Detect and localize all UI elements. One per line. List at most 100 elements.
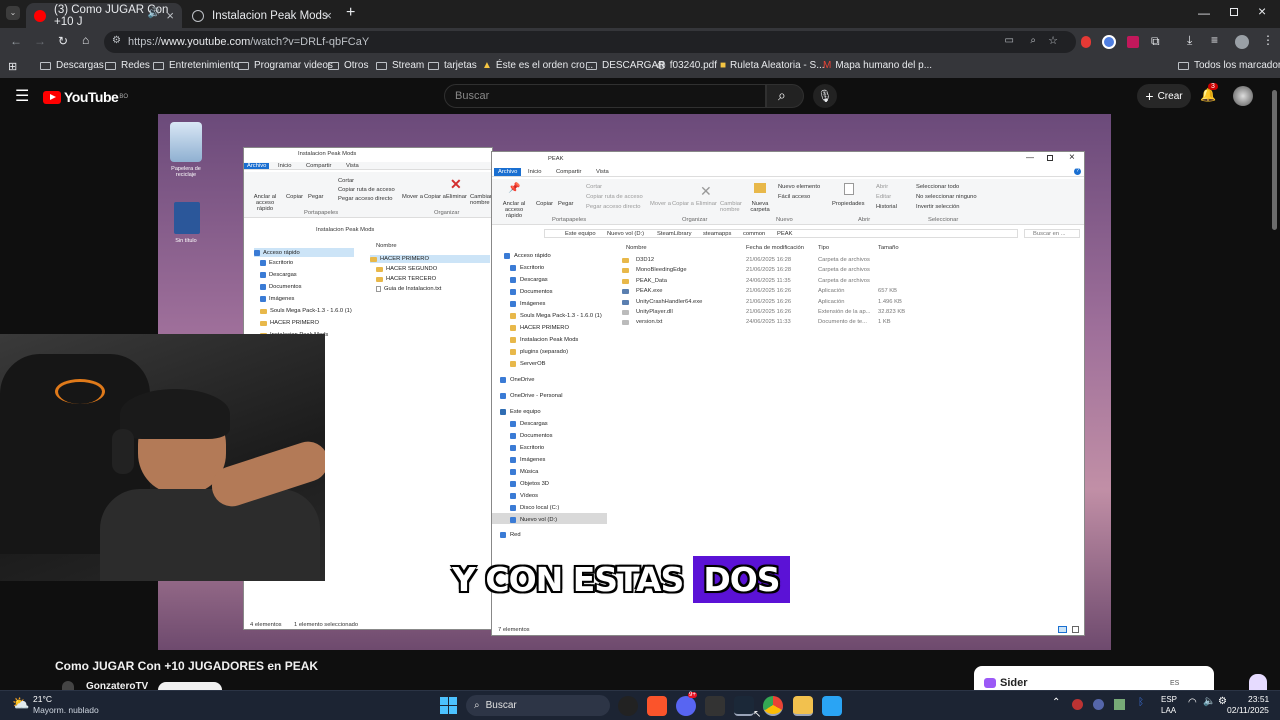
ribbon-rename-label[interactable]: Cambiar nombre <box>720 201 744 213</box>
nav-item[interactable]: Música <box>510 469 538 475</box>
ribbon-select-none-label[interactable]: No seleccionar ninguno <box>916 194 977 200</box>
nav-item[interactable]: Escritorio <box>510 265 544 271</box>
file-row[interactable]: version.txt 24/06/2025 11:33 Documento de … <box>622 319 922 328</box>
nav-item[interactable]: Descargas <box>510 421 548 427</box>
photos-icon[interactable] <box>822 696 842 716</box>
help-icon[interactable]: ? <box>1074 168 1081 175</box>
tray-nvidia-icon[interactable] <box>1114 699 1125 710</box>
file-row[interactable]: HACER TERCERO <box>376 276 436 282</box>
breadcrumb-item[interactable]: common <box>743 231 765 237</box>
ribbon-copy-path-label[interactable]: Copiar ruta de acceso <box>586 194 643 200</box>
create-button[interactable]: + Crear <box>1137 84 1191 108</box>
bookmark-folder[interactable]: Stream <box>376 60 424 71</box>
clock-time[interactable]: 23:51 <box>1248 694 1269 704</box>
ribbon-open-label[interactable]: Abrir <box>876 184 888 190</box>
bookmark-link[interactable]: ■ Ruleta Aleatoria - S... <box>720 60 825 71</box>
settings-icon[interactable]: ⚙ <box>1218 696 1227 707</box>
account-avatar[interactable] <box>1233 86 1253 106</box>
file-row[interactable]: MonoBleedingEdge 21/06/2025 16:28 Carpeta … <box>622 267 922 276</box>
nav-item[interactable]: Documentos <box>510 289 553 295</box>
zoom-icon[interactable]: ⌕ <box>1030 35 1036 46</box>
start-button[interactable] <box>440 697 457 714</box>
sider-floating-icon[interactable] <box>1249 674 1267 690</box>
pin-icon[interactable]: 📌 <box>508 183 520 194</box>
forward-icon[interactable]: → <box>34 34 46 48</box>
breadcrumb-item[interactable]: Este equipo <box>565 231 596 237</box>
bookmark-folder[interactable]: Programar videos <box>238 60 333 71</box>
search-button[interactable]: ⌕ <box>766 84 804 108</box>
ribbon-tab[interactable]: Archivo <box>494 168 522 176</box>
hamburger-menu-icon[interactable]: ☰ <box>15 86 29 106</box>
bookmark-folder[interactable]: Entretenimiento <box>153 60 239 71</box>
breadcrumb-item[interactable]: SteamLibrary <box>657 231 691 237</box>
bookmark-star-icon[interactable]: ☆ <box>1048 34 1058 47</box>
ribbon-delete-label[interactable]: Eliminar <box>696 201 717 207</box>
nav-item[interactable]: Souls Mega Pack-1.3 - 1.6.0 (1) <box>260 308 352 314</box>
breadcrumb-item[interactable]: Nuevo vol (D:) <box>607 231 644 237</box>
notifications-button[interactable]: 🔔 3 <box>1200 83 1218 103</box>
nav-item[interactable]: Acceso rápido <box>254 248 354 257</box>
file-explorer-icon[interactable] <box>793 696 813 716</box>
all-bookmarks[interactable]: Todos los marcadores <box>1178 60 1280 71</box>
chrome-icon[interactable] <box>763 696 783 716</box>
close-window-icon[interactable]: × <box>1258 3 1266 19</box>
bookmark-link[interactable]: ▲ Éste es el orden cro... <box>482 60 593 71</box>
extension-blue-icon[interactable] <box>1102 35 1116 49</box>
file-row[interactable]: PEAK.exe 21/06/2025 16:26 Aplicación 657 KB <box>622 288 922 297</box>
install-icon[interactable]: ▭ <box>1005 35 1014 46</box>
video-player[interactable]: Papelera de reciclaje Sin título Instala… <box>0 114 1280 650</box>
close-tab-icon[interactable]: × <box>324 8 332 23</box>
nav-item[interactable]: OneDrive <box>500 377 534 383</box>
breadcrumb-item[interactable]: steamapps <box>703 231 731 237</box>
ribbon-history-label[interactable]: Historial <box>876 204 897 210</box>
close-tab-icon[interactable]: × <box>166 8 174 23</box>
properties-icon[interactable] <box>844 183 854 195</box>
tab-youtube[interactable]: (3) Como JUGAR Con +10 J 🔊 × <box>26 3 182 28</box>
nav-item[interactable]: Escritorio <box>510 445 544 451</box>
ribbon-invert-selection-label[interactable]: Invertir selección <box>916 204 960 210</box>
channel-name[interactable]: GonzateroTV <box>86 681 148 690</box>
language-indicator[interactable]: ESP <box>1161 695 1177 704</box>
bookmark-link[interactable]: M Mapa humano del p... <box>823 60 932 71</box>
extensions-icon[interactable]: ⧉ <box>1151 34 1160 49</box>
nav-item[interactable]: Nuevo vol (D:) <box>510 517 557 523</box>
file-row[interactable]: UnityPlayer.dll 21/06/2025 16:26 Extensión… <box>622 309 922 318</box>
ribbon-move-label[interactable]: Mover a <box>650 201 671 207</box>
ribbon-tab[interactable]: Vista <box>596 169 609 175</box>
ribbon-easy-access-label[interactable]: Fácil acceso <box>778 194 810 200</box>
tiles-view-icon[interactable] <box>1072 626 1079 633</box>
nav-item[interactable]: Disco local (C:) <box>510 505 559 511</box>
restore-icon[interactable] <box>1230 8 1238 16</box>
reading-list-icon[interactable]: ≡ <box>1211 33 1218 47</box>
tray-app-icon[interactable] <box>1072 699 1083 710</box>
bookmark-folder[interactable]: tarjetas <box>428 60 477 71</box>
ribbon-copyto-label[interactable]: Copiar a <box>672 201 694 207</box>
bookmark-folder[interactable]: Redes <box>105 60 150 71</box>
weather-icon[interactable]: ⛅ <box>12 695 29 712</box>
search-input[interactable]: Buscar <box>444 84 766 108</box>
sider-panel[interactable]: Sider ES <box>974 666 1214 690</box>
home-icon[interactable]: ⌂ <box>82 33 89 47</box>
bookmark-folder[interactable]: Descargas <box>40 60 104 71</box>
nav-item[interactable]: Objetos 3D <box>510 481 549 487</box>
bookmark-folder[interactable]: Otros <box>328 60 368 71</box>
new-tab-button[interactable]: + <box>346 4 355 22</box>
tray-bluetooth-icon[interactable]: ᛒ <box>1138 697 1144 708</box>
volume-icon[interactable]: 🔈 <box>1203 696 1215 707</box>
reload-icon[interactable]: ↻ <box>58 34 68 48</box>
channel-avatar[interactable] <box>62 681 74 690</box>
epic-games-icon[interactable] <box>705 696 725 716</box>
ribbon-select-all-label[interactable]: Seleccionar todo <box>916 184 959 190</box>
apps-grid-icon[interactable]: ⊞ <box>8 60 17 73</box>
profile-avatar[interactable] <box>1235 35 1249 49</box>
column-header-size[interactable]: Tamaño <box>878 245 899 251</box>
ribbon-paste-label[interactable]: Pegar <box>558 201 573 207</box>
site-info-icon[interactable]: ⚙ <box>112 35 121 46</box>
file-row[interactable]: HACER PRIMERO <box>370 255 490 263</box>
nav-item[interactable]: Vídeos <box>510 493 538 499</box>
address-bar[interactable]: ⚙ https://www.youtube.com/watch?v=DRLf-q… <box>104 31 1076 53</box>
nav-item[interactable]: Descargas <box>510 277 548 283</box>
menu-icon[interactable]: ⋮ <box>1262 33 1274 47</box>
tab-search-button[interactable]: ⌄ <box>6 6 20 20</box>
brave-icon[interactable] <box>647 696 667 716</box>
